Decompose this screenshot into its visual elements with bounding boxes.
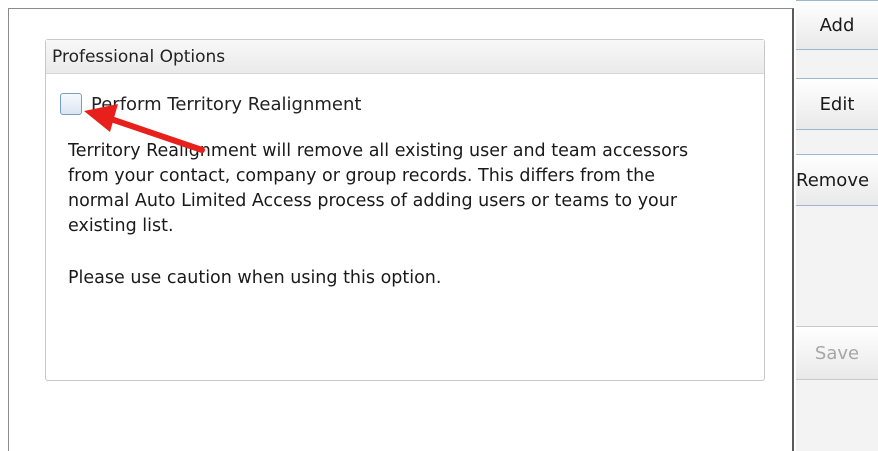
action-button-column: Add Edit Remove Save xyxy=(796,0,878,451)
description-line: normal Auto Limited Access process of ad… xyxy=(68,191,678,211)
edit-button[interactable]: Edit xyxy=(796,78,878,130)
description-line: existing list. xyxy=(68,216,174,236)
group-title: Professional Options xyxy=(46,40,764,74)
description-line: Territory Realignment will remove all ex… xyxy=(68,141,689,161)
territory-realignment-row: Perform Territory Realignment xyxy=(60,92,361,116)
options-dialog-panel: Professional Options Perform Territory R… xyxy=(8,8,794,451)
caution-text: Please use caution when using this optio… xyxy=(68,268,442,288)
professional-options-group: Professional Options Perform Territory R… xyxy=(45,39,765,381)
territory-realignment-checkbox[interactable] xyxy=(60,93,82,115)
save-button[interactable]: Save xyxy=(796,326,878,380)
territory-realignment-label[interactable]: Perform Territory Realignment xyxy=(91,94,361,115)
remove-button[interactable]: Remove xyxy=(796,154,878,206)
add-button[interactable]: Add xyxy=(796,0,878,50)
realignment-description: Territory Realignment will remove all ex… xyxy=(68,139,758,239)
description-line: from your contact, company or group reco… xyxy=(68,166,656,186)
